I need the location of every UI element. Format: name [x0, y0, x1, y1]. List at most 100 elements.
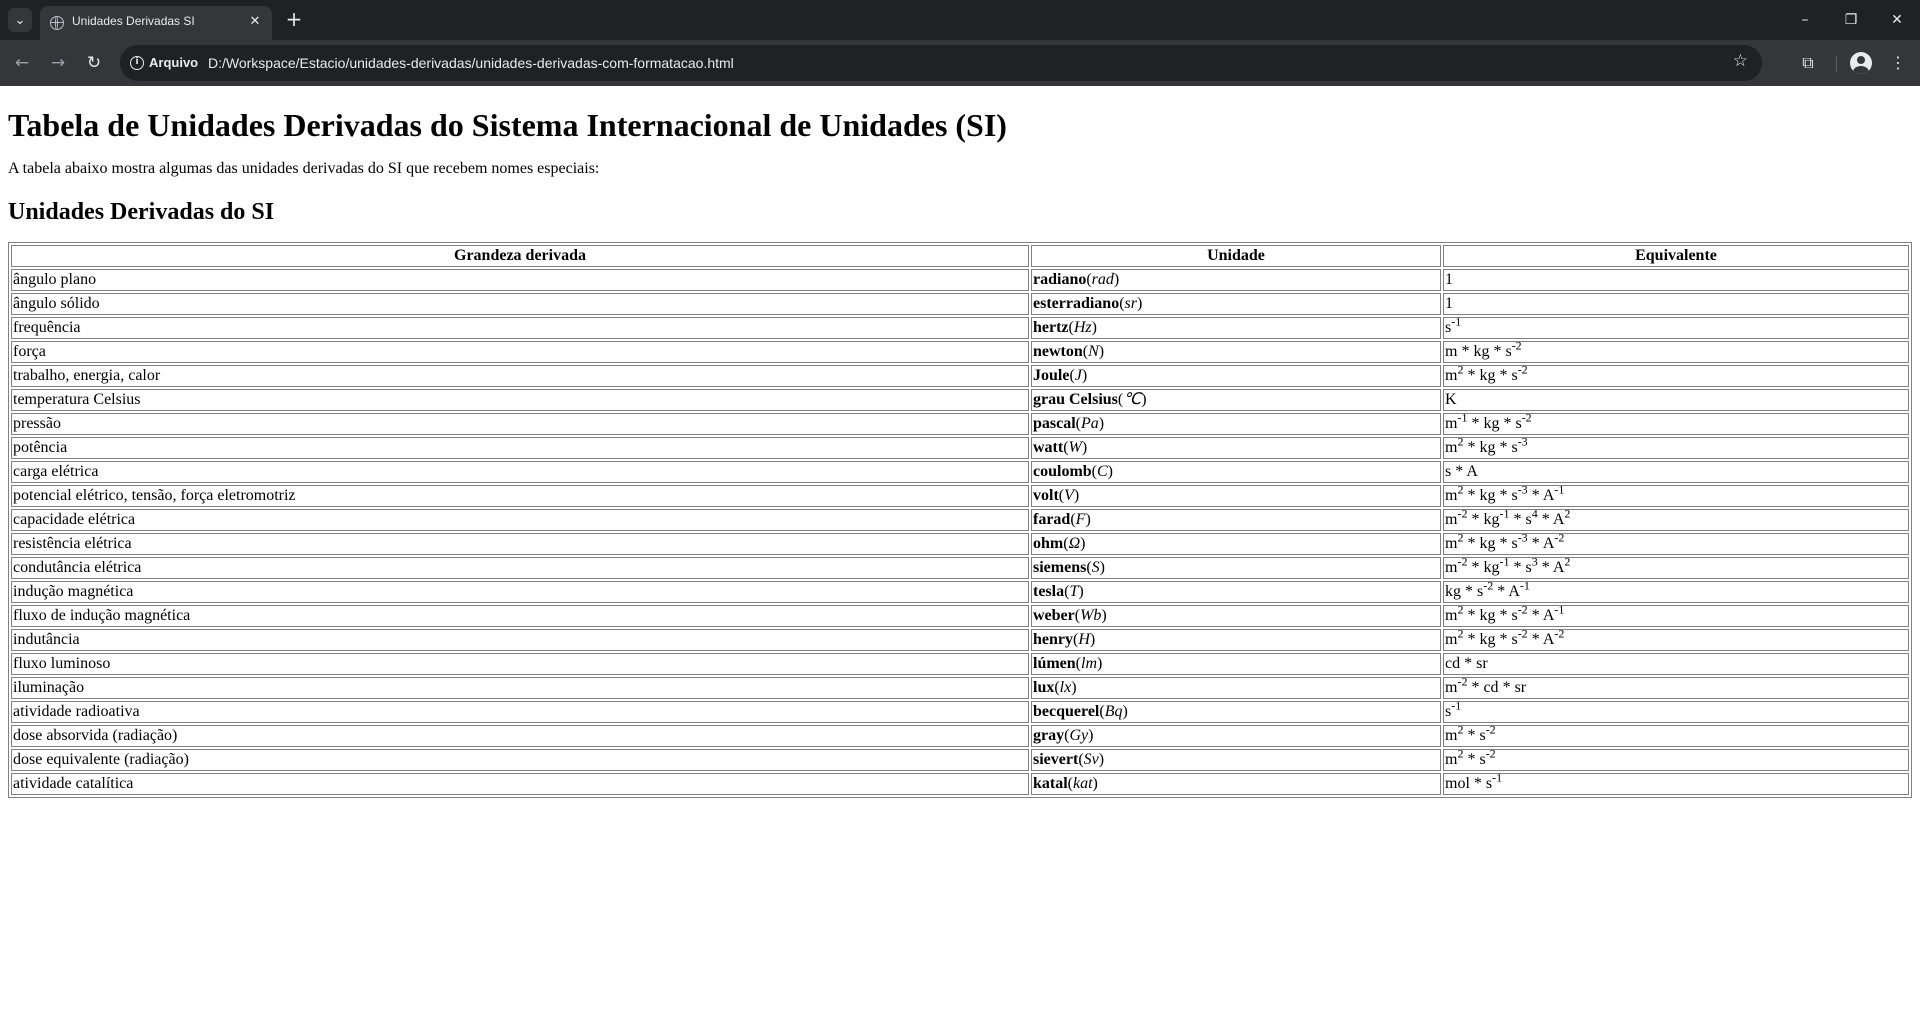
unit-name: pascal: [1033, 415, 1076, 432]
address-bar[interactable]: i Arquivo D:/Workspace/Estacio/unidades-…: [120, 45, 1762, 81]
unit-base: m: [1445, 487, 1458, 504]
quantity-cell: potência: [11, 437, 1029, 459]
equivalent-cell: s-1: [1443, 316, 1909, 339]
unit-exponent: 2: [1457, 362, 1464, 377]
unit-name: hertz: [1033, 319, 1069, 336]
quantity-cell: dose equivalente (radiação): [11, 749, 1029, 771]
unit-cell: siemens(S): [1031, 557, 1441, 579]
close-tab-icon[interactable]: ✕: [246, 13, 264, 31]
bookmark-star-icon[interactable]: ☆: [1733, 51, 1748, 71]
unit-symbol: rad: [1091, 271, 1114, 288]
unit-exponent: 2: [1564, 506, 1571, 521]
unit-cell: tesla(T): [1031, 581, 1441, 603]
tab-strip: ⌄ Unidades Derivadas SI ✕ + – ❐ ✕: [0, 0, 1920, 40]
unit-base: kg: [1483, 415, 1500, 432]
unit-cell: grau Celsius(℃): [1031, 389, 1441, 411]
forward-arrow-icon[interactable]: →: [44, 49, 72, 77]
unit-exponent: -1: [1499, 554, 1510, 569]
browser-tab-active[interactable]: Unidades Derivadas SI ✕: [40, 6, 272, 40]
table-row: atividade radioativa becquerel(Bq) s-1: [11, 700, 1909, 723]
unit-cell: coulomb(C): [1031, 461, 1441, 483]
equivalent-cell: m2 * kg * s-3 * A-1: [1443, 484, 1909, 507]
back-arrow-icon[interactable]: ←: [8, 49, 36, 77]
unit-cell: lux(lx): [1031, 677, 1441, 699]
unit-symbol: H: [1078, 631, 1090, 648]
unit-exponent: 2: [1457, 602, 1464, 617]
unit-exponent: -2: [1457, 674, 1468, 689]
table-row: condutância elétrica siemens(S) m-2 * kg-1…: [11, 554, 1909, 579]
unit-cell: newton(N): [1031, 341, 1441, 363]
unit-cell: volt(V): [1031, 485, 1441, 507]
unit-name: farad: [1033, 511, 1071, 528]
unit-symbol: Wb: [1080, 607, 1102, 624]
unit-base: m: [1445, 439, 1458, 456]
url-text[interactable]: D:/Workspace/Estacio/unidades-derivadas/…: [208, 55, 734, 71]
site-info-icon[interactable]: i: [130, 56, 144, 70]
quantity-cell: temperatura Celsius: [11, 389, 1029, 411]
unit-symbol: Bq: [1104, 703, 1123, 720]
restore-icon[interactable]: ❐: [1828, 6, 1874, 34]
scheme-label: Arquivo: [149, 55, 199, 70]
unit-symbol: Ω: [1068, 535, 1081, 552]
new-tab-plus-icon[interactable]: +: [282, 8, 306, 32]
equivalent-cell: m2 * s-2: [1443, 748, 1909, 771]
unit-name: henry: [1033, 631, 1073, 648]
table-row: indução magnética tesla(T) kg * s-2 * A-1: [11, 580, 1909, 603]
unit-cell: sievert(Sv): [1031, 749, 1441, 771]
unit-base: cd: [1445, 655, 1461, 672]
unit-base: s: [1445, 463, 1452, 480]
table-row: potência watt(W) m2 * kg * s-3: [11, 436, 1909, 459]
quantity-cell: resistência elétrica: [11, 533, 1029, 555]
quantity-cell: indução magnética: [11, 581, 1029, 603]
page-viewport: Tabela de Unidades Derivadas do Sistema …: [0, 86, 1920, 1032]
table-row: dose absorvida (radiação) gray(Gy) m2 * s-…: [11, 722, 1909, 747]
equivalent-cell: m-2 * kg-1 * s3 * A2: [1443, 554, 1909, 579]
unit-exponent: -2: [1485, 722, 1496, 737]
unit-base: m: [1445, 535, 1458, 552]
unit-symbol: Sv: [1083, 751, 1099, 768]
close-window-icon[interactable]: ✕: [1874, 6, 1920, 34]
unit-name: volt: [1033, 487, 1059, 504]
table-row: dose equivalente (radiação) sievert(Sv) m2…: [11, 748, 1909, 771]
unit-symbol: F: [1075, 511, 1086, 528]
unit-name: radiano: [1033, 271, 1087, 288]
reload-icon[interactable]: ↻: [80, 49, 108, 77]
equivalent-cell: mol * s-1: [1443, 772, 1909, 795]
unit-symbol: Gy: [1069, 727, 1089, 744]
unit-exponent: -3: [1517, 530, 1528, 545]
unit-base: m: [1445, 343, 1458, 360]
unit-symbol: T: [1069, 583, 1079, 600]
unit-base: K: [1445, 391, 1457, 408]
quantity-cell: condutância elétrica: [11, 557, 1029, 579]
unit-cell: katal(kat): [1031, 773, 1441, 795]
unit-cell: becquerel(Bq): [1031, 701, 1441, 723]
more-menu-icon[interactable]: ⋮: [1884, 49, 1912, 77]
unit-exponent: 2: [1457, 722, 1464, 737]
unit-base: A: [1542, 607, 1555, 624]
unit-exponent: -2: [1517, 626, 1528, 641]
unit-exponent: -2: [1517, 362, 1528, 377]
tab-title: Unidades Derivadas SI: [72, 14, 195, 28]
unit-cell: esterradiano(sr): [1031, 293, 1441, 315]
quantity-cell: iluminação: [11, 677, 1029, 699]
quantity-cell: carga elétrica: [11, 461, 1029, 483]
profile-avatar-icon[interactable]: [1850, 52, 1872, 74]
unit-cell: radiano(rad): [1031, 269, 1441, 291]
unit-exponent: 3: [1531, 554, 1538, 569]
unit-exponent: -2: [1521, 410, 1532, 425]
unit-base: 1: [1445, 295, 1453, 312]
equivalent-cell: kg * s-2 * A-1: [1443, 580, 1909, 603]
extensions-puzzle-icon[interactable]: ⧉: [1794, 49, 1822, 77]
tab-search-chevron-down-icon[interactable]: ⌄: [8, 8, 32, 32]
equivalent-cell: m-1 * kg * s-2: [1443, 410, 1909, 435]
page-title: Tabela de Unidades Derivadas do Sistema …: [8, 107, 1007, 143]
minimize-icon[interactable]: –: [1782, 6, 1828, 34]
unit-base: kg: [1445, 583, 1461, 600]
unit-cell: henry(H): [1031, 629, 1441, 651]
unit-base: A: [1542, 535, 1555, 552]
equivalent-cell: m2 * kg * s-3: [1443, 436, 1909, 459]
quantity-cell: ângulo plano: [11, 269, 1029, 291]
unit-base: mol: [1445, 775, 1470, 792]
unit-symbol: C: [1097, 463, 1108, 480]
unit-name: grau Celsius: [1033, 391, 1118, 408]
